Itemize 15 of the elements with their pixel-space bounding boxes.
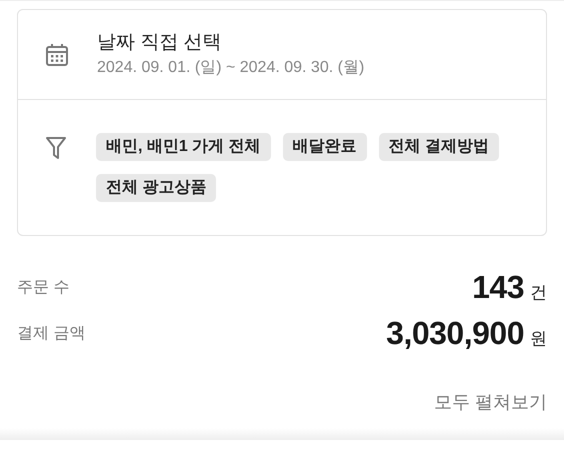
filter-chip[interactable]: 전체 결제방법 xyxy=(378,133,500,161)
summary-unit: 원 xyxy=(530,328,547,350)
date-title[interactable]: 날짜 직접 선택 xyxy=(97,30,364,54)
filter-chip[interactable]: 배달완료 xyxy=(282,133,367,161)
filter-icon xyxy=(45,136,67,160)
summary-label: 결제 금액 xyxy=(17,324,86,344)
summary-value: 3,030,900 xyxy=(386,314,524,352)
filter-chip[interactable]: 배민, 배민1 가게 전체 xyxy=(96,133,271,161)
expand-all-link[interactable]: 모두 펼쳐보기 xyxy=(434,390,547,414)
summary-value: 143 xyxy=(472,268,524,306)
filter-chip[interactable]: 전체 광고상품 xyxy=(96,174,216,202)
summary-label: 주문 수 xyxy=(17,278,70,298)
date-range: 2024. 09. 01. (일) ~ 2024. 09. 30. (월) xyxy=(97,58,364,78)
summary-unit: 건 xyxy=(530,282,547,304)
calendar-icon xyxy=(45,42,69,66)
